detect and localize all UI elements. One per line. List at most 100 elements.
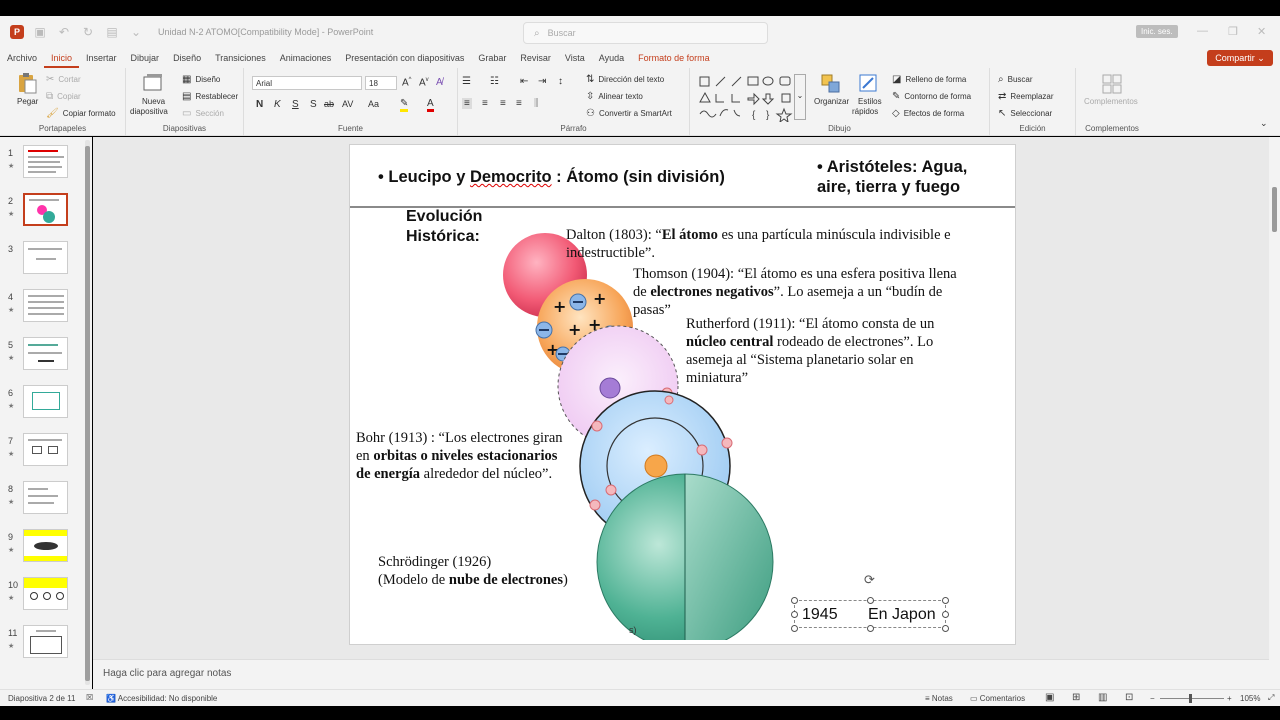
share-button[interactable]: Compartir ⌄ <box>1207 50 1273 66</box>
increase-indent-icon[interactable]: ⇥ <box>538 76 546 87</box>
tab-inicio[interactable]: Inicio <box>44 53 80 68</box>
spellcheck-icon[interactable]: ☒ <box>86 693 93 702</box>
thumbnail-slide-6[interactable]: 6 ★ <box>0 385 92 425</box>
reading-view-icon[interactable]: ▥ <box>1098 692 1107 703</box>
resize-handle-r[interactable] <box>942 611 949 618</box>
sign-in-button[interactable]: Inic. ses. <box>1136 25 1178 38</box>
search-input[interactable]: ⌕ Buscar <box>523 22 768 44</box>
justify-icon[interactable]: ≡ <box>516 98 522 109</box>
dalton-text[interactable]: Dalton (1803): “El átomo es una partícul… <box>566 226 986 262</box>
save-icon[interactable]: ▣ <box>32 24 48 40</box>
zoom-in-icon[interactable]: + <box>1227 694 1232 703</box>
paste-icon[interactable] <box>16 72 38 94</box>
slideshow-icon[interactable]: ▤ <box>104 24 120 40</box>
tab-revisar[interactable]: Revisar <box>513 53 558 68</box>
notes-button[interactable]: ≡ Notas <box>925 694 953 703</box>
aristoteles-heading[interactable]: • Aristóteles: Agua, aire, tierra y fueg… <box>817 157 967 197</box>
tab-presentacion[interactable]: Presentación con diapositivas <box>338 53 471 68</box>
redo-icon[interactable]: ↻ <box>80 24 96 40</box>
bold-button[interactable]: N <box>256 99 263 110</box>
thumbnail-slide-9[interactable]: 9 ★ <box>0 529 92 569</box>
new-slide-label-1[interactable]: Nueva <box>142 97 165 106</box>
font-name-select[interactable]: Arial <box>252 76 362 90</box>
thumbnails-scrollbar-thumb[interactable] <box>85 146 90 681</box>
shape-fill-button[interactable]: ◪ Relleno de forma <box>892 74 966 85</box>
grow-font-icon[interactable]: A^ <box>402 77 412 88</box>
slide[interactable]: • Leucipo y Democrito : Átomo (sin divis… <box>349 144 1016 645</box>
resize-handle-tl[interactable] <box>791 597 798 604</box>
undo-icon[interactable]: ↶ <box>56 24 72 40</box>
bohr-text[interactable]: Bohr (1913) : “Los electrones giran en o… <box>356 429 586 483</box>
new-slide-icon[interactable] <box>142 72 164 94</box>
tab-insertar[interactable]: Insertar <box>79 53 124 68</box>
numbering-icon[interactable]: ☷ <box>490 76 499 87</box>
tab-archivo[interactable]: Archivo <box>0 53 44 68</box>
arrange-icon[interactable] <box>820 73 842 95</box>
line-spacing-icon[interactable]: ↕ <box>558 76 563 87</box>
zoom-out-icon[interactable]: − <box>1150 694 1155 703</box>
shapes-more-icon[interactable]: ⌄ <box>794 74 806 120</box>
select-button[interactable]: ↖ Seleccionar <box>998 108 1052 119</box>
tab-formato-de-forma[interactable]: Formato de forma <box>631 53 717 68</box>
columns-icon[interactable]: ⫼ <box>534 98 539 109</box>
thumbnail-slide-7[interactable]: 7 ★ <box>0 433 92 473</box>
normal-view-icon[interactable]: ▣ <box>1045 692 1054 703</box>
align-text-button[interactable]: ⇳ Alinear texto <box>586 91 643 102</box>
reset-button[interactable]: ▤ Restablecer <box>182 91 238 102</box>
schrodinger-text[interactable]: Schrödinger (1926) (Modelo de nube de el… <box>378 553 598 589</box>
zoom-slider-thumb[interactable] <box>1189 694 1192 703</box>
smartart-button[interactable]: ⚇ Convertir a SmartArt <box>586 108 672 119</box>
canvas-scrollbar-thumb[interactable] <box>1272 187 1277 232</box>
canvas-scrollbar[interactable] <box>1269 137 1280 689</box>
tab-ayuda[interactable]: Ayuda <box>592 53 631 68</box>
thumbnail-slide-4[interactable]: 4 ★ <box>0 289 92 329</box>
maximize-icon[interactable]: ❐ <box>1228 25 1238 38</box>
align-right-icon[interactable]: ≡ <box>500 98 506 109</box>
thumbnail-slide-5[interactable]: 5 ★ <box>0 337 92 377</box>
format-painter-button[interactable]: 🖌 Copiar formato <box>46 108 116 119</box>
shape-outline-button[interactable]: ✎ Contorno de forma <box>892 91 971 102</box>
decrease-indent-icon[interactable]: ⇤ <box>520 76 528 87</box>
italic-button[interactable]: K <box>274 99 281 110</box>
align-left-icon[interactable]: ≡ <box>462 98 472 109</box>
customize-qat-icon[interactable]: ⌄ <box>128 24 144 40</box>
quick-styles-label-1[interactable]: Estilos <box>858 97 882 106</box>
shapes-gallery[interactable]: {} <box>698 74 798 122</box>
resize-handle-bl[interactable] <box>791 625 798 632</box>
rotate-handle-icon[interactable]: ⟳ <box>864 572 875 588</box>
fit-to-window-icon[interactable]: ⤢ <box>1268 693 1274 703</box>
cut-button[interactable]: ✂ Cortar <box>46 74 81 85</box>
replace-button[interactable]: ⇄ Reemplazar <box>998 91 1054 102</box>
tab-animaciones[interactable]: Animaciones <box>273 53 339 68</box>
quick-styles-icon[interactable] <box>858 73 880 95</box>
text-direction-button[interactable]: ⇅ Dirección del texto <box>586 74 664 85</box>
align-center-icon[interactable]: ≡ <box>482 98 488 109</box>
tab-vista[interactable]: Vista <box>558 53 592 68</box>
tab-transiciones[interactable]: Transiciones <box>208 53 273 68</box>
change-case-button[interactable]: Aa <box>368 99 379 109</box>
thumbnail-slide-2[interactable]: 2 ★ <box>0 193 92 233</box>
clear-format-icon[interactable]: A̸ <box>436 77 443 88</box>
notes-pane[interactable]: Haga clic para agregar notas <box>93 659 1269 689</box>
accessibility-status[interactable]: ♿ Accesibilidad: No disponible <box>106 694 217 703</box>
thumbnail-slide-10[interactable]: 10 ★ <box>0 577 92 617</box>
quick-styles-label-2[interactable]: rápidos <box>852 107 878 116</box>
underline-button[interactable]: S <box>292 99 299 110</box>
strikethrough-button[interactable]: ab <box>324 99 334 109</box>
thumbnail-slide-3[interactable]: 3 <box>0 241 92 281</box>
close-icon[interactable]: ✕ <box>1257 25 1266 38</box>
slideshow-view-icon[interactable]: ⊡ <box>1125 692 1133 703</box>
thumbnail-slide-8[interactable]: 8 ★ <box>0 481 92 521</box>
resize-handle-br[interactable] <box>942 625 949 632</box>
shrink-font-icon[interactable]: Av <box>419 77 429 88</box>
resize-handle-tr[interactable] <box>942 597 949 604</box>
shadow-button[interactable]: S <box>310 99 317 110</box>
copy-button[interactable]: ⧉ Copiar <box>46 91 81 102</box>
slide-sorter-icon[interactable]: ⊞ <box>1072 692 1080 703</box>
thumbnail-slide-1[interactable]: 1 ★ <box>0 145 92 185</box>
leucipo-heading[interactable]: • Leucipo y Democrito : Átomo (sin divis… <box>378 168 725 187</box>
tab-diseno[interactable]: Diseño <box>166 53 208 68</box>
bullets-icon[interactable]: ☰ <box>462 76 471 87</box>
new-slide-label-2[interactable]: diapositiva <box>130 107 168 116</box>
resize-handle-l[interactable] <box>791 611 798 618</box>
